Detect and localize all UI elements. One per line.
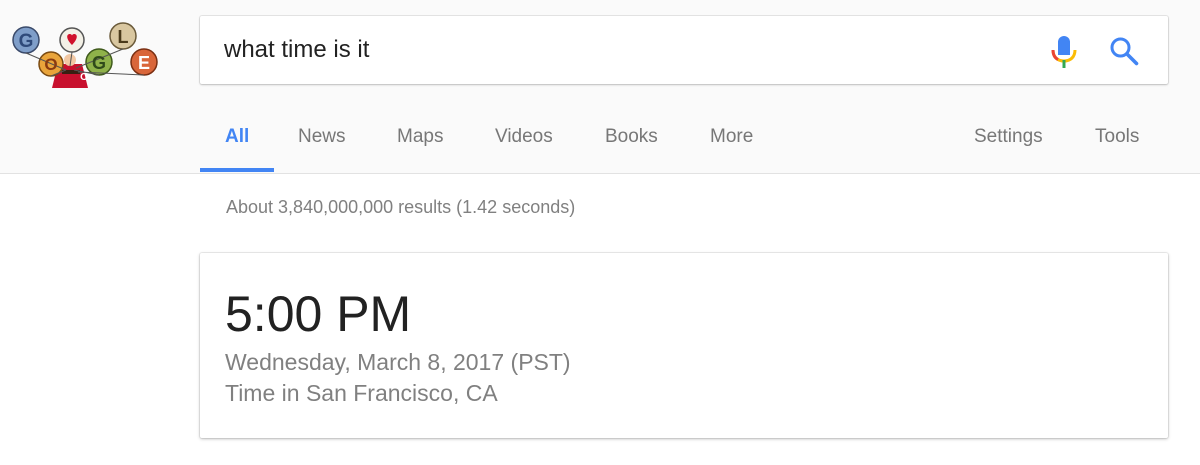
tools-link[interactable]: Tools bbox=[1095, 126, 1139, 148]
doodle-letter-g1: G bbox=[19, 31, 34, 52]
microphone-icon[interactable] bbox=[1050, 36, 1078, 68]
time-location: Time in San Francisco, CA bbox=[225, 380, 498, 406]
current-date: Wednesday, March 8, 2017 (PST) bbox=[225, 349, 571, 375]
result-stats: About 3,840,000,000 results (1.42 second… bbox=[226, 197, 576, 217]
tab-books[interactable]: Books bbox=[605, 126, 658, 148]
tab-news[interactable]: News bbox=[298, 126, 346, 148]
search-icon[interactable] bbox=[1109, 36, 1139, 66]
search-header: G O G L E O All News Maps Videos Books M… bbox=[0, 0, 1200, 174]
active-tab-indicator bbox=[200, 168, 274, 172]
current-time: 5:00 PM bbox=[225, 286, 412, 342]
search-box[interactable] bbox=[200, 16, 1168, 84]
doodle-letter-o2: O bbox=[80, 72, 88, 83]
google-doodle-logo[interactable]: G O G L E O bbox=[6, 20, 162, 92]
settings-link[interactable]: Settings bbox=[974, 126, 1043, 148]
tab-maps[interactable]: Maps bbox=[397, 126, 443, 148]
tab-videos[interactable]: Videos bbox=[495, 126, 553, 148]
doodle-letter-g2: G bbox=[92, 53, 106, 73]
doodle-letter-l: L bbox=[118, 27, 129, 47]
doodle-letter-e: E bbox=[138, 53, 150, 73]
doodle-letter-o1: O bbox=[44, 55, 57, 74]
search-input[interactable] bbox=[224, 16, 1024, 84]
time-answer-card: 5:00 PM Wednesday, March 8, 2017 (PST) T… bbox=[200, 253, 1168, 438]
tab-all[interactable]: All bbox=[225, 126, 249, 148]
tab-more[interactable]: More bbox=[710, 126, 753, 148]
